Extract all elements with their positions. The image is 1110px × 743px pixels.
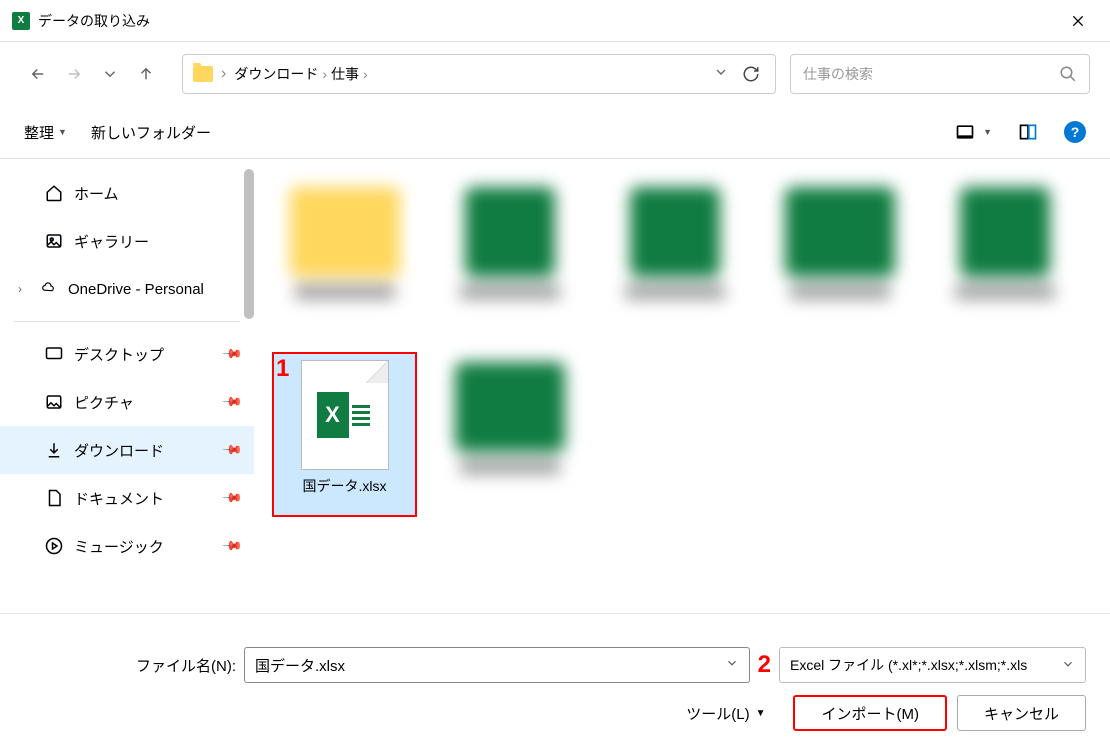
- download-icon: [44, 440, 64, 460]
- sidebar: ホーム ギャラリー › OneDrive - Personal デスクトップ 📌…: [0, 159, 254, 613]
- import-button[interactable]: インポート(M): [793, 695, 947, 731]
- sidebar-item-music[interactable]: ミュージック 📌: [0, 522, 254, 570]
- search-input[interactable]: [803, 66, 1051, 82]
- pin-icon: 📌: [221, 391, 244, 414]
- pin-icon: 📌: [221, 439, 244, 462]
- file-item-blurred[interactable]: [932, 177, 1077, 342]
- pictures-icon: [44, 392, 64, 412]
- file-name: 国データ.xlsx: [303, 476, 387, 496]
- forward-button[interactable]: [56, 56, 92, 92]
- onedrive-icon: [38, 279, 58, 299]
- cancel-button[interactable]: キャンセル: [957, 695, 1086, 731]
- refresh-button[interactable]: [737, 65, 765, 83]
- tools-dropdown[interactable]: ツール(L)▼: [686, 703, 765, 724]
- sidebar-item-pictures[interactable]: ピクチャ 📌: [0, 378, 254, 426]
- preview-pane-button[interactable]: [1016, 120, 1040, 144]
- footer: ファイル名(N): 国データ.xlsx 2 Excel ファイル (*.xl*;…: [0, 613, 1110, 743]
- pin-icon: 📌: [221, 343, 244, 366]
- chevron-right-icon: ›: [221, 65, 226, 83]
- breadcrumb: ダウンロード › 仕事 ›: [234, 64, 367, 84]
- chevron-down-icon[interactable]: [1061, 657, 1075, 674]
- separator: [14, 321, 240, 322]
- annotation-2: 2: [758, 651, 771, 679]
- view-mode-button[interactable]: [953, 120, 977, 144]
- chevron-right-icon: ›: [363, 66, 368, 82]
- back-button[interactable]: [20, 56, 56, 92]
- home-icon: [44, 183, 64, 203]
- scrollbar[interactable]: [244, 169, 254, 319]
- file-thumbnail: X: [301, 360, 389, 470]
- filetype-select[interactable]: Excel ファイル (*.xl*;*.xlsx;*.xlsm;*.xls: [779, 647, 1086, 683]
- chevron-right-icon: ›: [322, 66, 327, 82]
- search-icon: [1059, 65, 1077, 83]
- sidebar-item-home[interactable]: ホーム: [0, 169, 254, 217]
- chevron-down-icon[interactable]: [725, 656, 739, 674]
- file-item-blurred[interactable]: [437, 352, 582, 517]
- file-item-blurred[interactable]: [767, 177, 912, 342]
- file-item-blurred[interactable]: [437, 177, 582, 342]
- help-button[interactable]: ?: [1064, 121, 1086, 143]
- view-dropdown-icon[interactable]: ▼: [983, 127, 992, 137]
- gallery-icon: [44, 231, 64, 251]
- desktop-icon: [44, 344, 64, 364]
- pin-icon: 📌: [221, 487, 244, 510]
- sidebar-item-gallery[interactable]: ギャラリー: [0, 217, 254, 265]
- folder-icon: [193, 66, 213, 82]
- file-item-selected[interactable]: X 国データ.xlsx: [272, 352, 417, 517]
- pin-icon: 📌: [221, 535, 244, 558]
- file-item-blurred[interactable]: [272, 177, 417, 342]
- filename-label: ファイル名(N):: [136, 655, 236, 676]
- search-box[interactable]: [790, 54, 1090, 94]
- file-area[interactable]: X 国データ.xlsx: [254, 159, 1110, 613]
- document-icon: [44, 488, 64, 508]
- new-folder-button[interactable]: 新しいフォルダー: [91, 122, 211, 143]
- organize-button[interactable]: 整理▼: [24, 122, 67, 143]
- chevron-right-icon: ›: [18, 282, 22, 296]
- excel-icon: X: [317, 392, 373, 438]
- breadcrumb-item[interactable]: ダウンロード: [234, 64, 318, 84]
- toolbar: 整理▼ 新しいフォルダー ▼ ?: [0, 106, 1110, 158]
- breadcrumb-item[interactable]: 仕事: [331, 64, 359, 84]
- file-item-blurred[interactable]: [602, 177, 747, 342]
- up-button[interactable]: [128, 56, 164, 92]
- sidebar-item-downloads[interactable]: ダウンロード 📌: [0, 426, 254, 474]
- titlebar: X データの取り込み: [0, 0, 1110, 42]
- filename-input[interactable]: 国データ.xlsx: [244, 647, 750, 683]
- app-icon: X: [12, 12, 30, 30]
- navbar: › ダウンロード › 仕事 ›: [0, 42, 1110, 106]
- recent-dropdown[interactable]: [92, 56, 128, 92]
- sidebar-item-onedrive[interactable]: › OneDrive - Personal: [0, 265, 254, 313]
- sidebar-item-documents[interactable]: ドキュメント 📌: [0, 474, 254, 522]
- address-dropdown[interactable]: [713, 64, 729, 85]
- sidebar-item-desktop[interactable]: デスクトップ 📌: [0, 330, 254, 378]
- close-button[interactable]: [1058, 1, 1098, 41]
- music-icon: [44, 536, 64, 556]
- annotation-1: 1: [276, 355, 289, 383]
- window-title: データの取り込み: [38, 11, 150, 31]
- address-bar[interactable]: › ダウンロード › 仕事 ›: [182, 54, 776, 94]
